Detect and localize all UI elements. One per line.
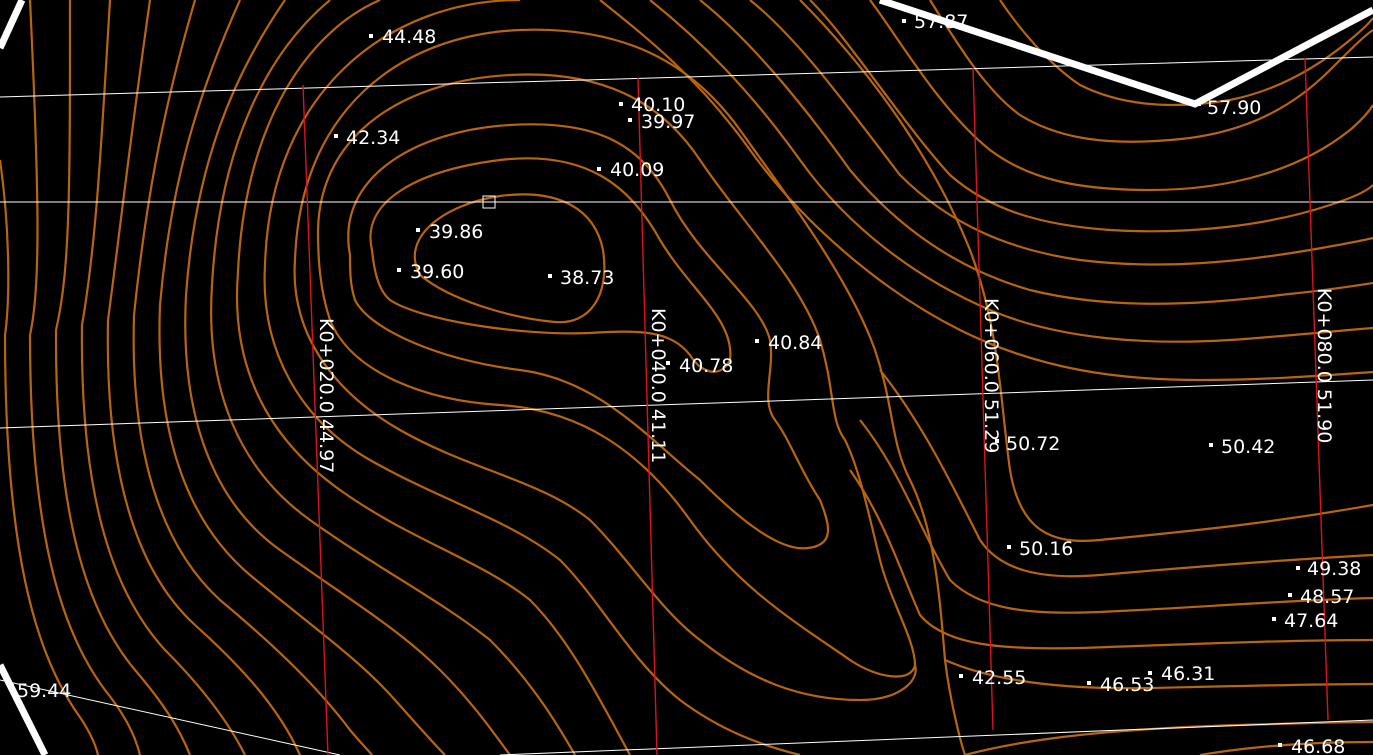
- spot-elevation: 59.44: [10, 680, 71, 702]
- svg-text:40.78: 40.78: [679, 355, 733, 377]
- station-label-k0-020: K0+020.0 44.97: [315, 318, 337, 473]
- svg-text:50.72: 50.72: [1006, 433, 1060, 455]
- topographic-map-canvas[interactable]: 44.48 57.87 57.90 40.10 39.97 42.34 40.0…: [0, 0, 1373, 755]
- svg-text:46.31: 46.31: [1161, 663, 1215, 685]
- svg-text:50.42: 50.42: [1221, 436, 1275, 458]
- svg-text:44.48: 44.48: [382, 26, 436, 48]
- svg-text:38.73: 38.73: [560, 267, 614, 289]
- svg-text:49.38: 49.38: [1307, 558, 1361, 580]
- svg-text:40.09: 40.09: [610, 159, 664, 181]
- svg-text:57.87: 57.87: [914, 11, 968, 33]
- svg-text:46.53: 46.53: [1100, 674, 1154, 696]
- station-label-k0-080: K0+080.0 51.90: [1313, 288, 1335, 443]
- svg-text:57.90: 57.90: [1207, 97, 1261, 119]
- svg-text:47.64: 47.64: [1284, 610, 1338, 632]
- svg-text:42.34: 42.34: [346, 127, 400, 149]
- svg-text:40.84: 40.84: [768, 332, 822, 354]
- svg-text:39.97: 39.97: [641, 111, 695, 133]
- svg-text:50.16: 50.16: [1019, 538, 1073, 560]
- svg-text:39.60: 39.60: [410, 261, 464, 283]
- svg-text:46.68: 46.68: [1291, 736, 1345, 755]
- svg-text:59.44: 59.44: [17, 680, 71, 702]
- svg-text:39.86: 39.86: [429, 221, 483, 243]
- spot-elevation: 57.90: [1197, 97, 1261, 119]
- station-label-k0-040: K0+040.0 41.11: [647, 308, 669, 463]
- svg-text:42.55: 42.55: [972, 667, 1026, 689]
- svg-text:48.57: 48.57: [1300, 586, 1354, 608]
- station-label-k0-060: K0+060.0 51.29: [980, 298, 1002, 453]
